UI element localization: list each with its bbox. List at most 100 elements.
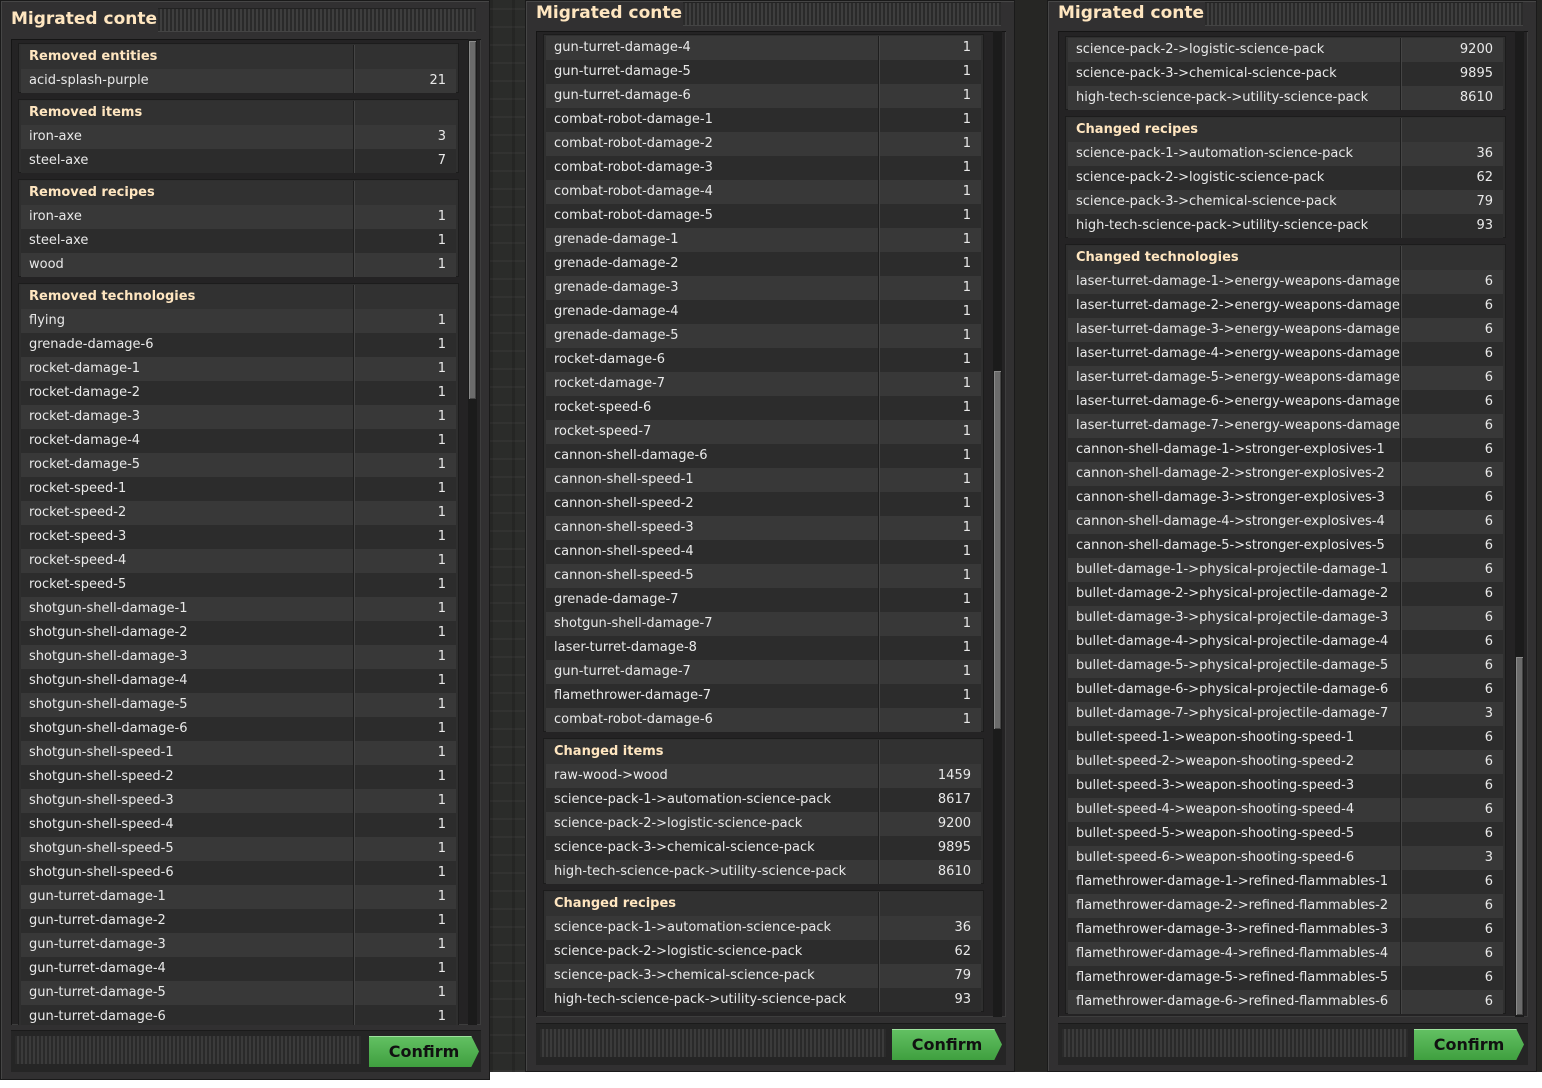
scrollbar-thumb[interactable] — [994, 371, 1001, 729]
table-row: cannon-shell-damage-1->stronger-explosiv… — [1068, 438, 1503, 462]
row-count: 1459 — [937, 768, 971, 783]
row-name: grenade-damage-4 — [546, 300, 879, 324]
row-name: gun-turret-damage-7 — [546, 660, 879, 684]
table-row: shotgun-shell-speed-3 1 — [21, 789, 456, 813]
row-name: bullet-damage-3->physical-projectile-dam… — [1068, 606, 1401, 630]
table-row: bullet-speed-5->weapon-shooting-speed-5 6 — [1068, 822, 1503, 846]
row-name: bullet-damage-1->physical-projectile-dam… — [1068, 558, 1401, 582]
table-row: bullet-damage-6->physical-projectile-dam… — [1068, 678, 1503, 702]
row-count: 1 — [437, 985, 446, 1000]
scrollbar[interactable] — [468, 39, 477, 1025]
row-count: 1 — [962, 136, 971, 151]
footer-drag-handle[interactable] — [540, 1029, 886, 1057]
row-name: flying — [21, 309, 354, 333]
table-row: grenade-damage-2 1 — [546, 252, 981, 276]
row-count: 1 — [437, 625, 446, 640]
footer-drag-handle[interactable] — [1062, 1029, 1408, 1057]
row-count: 1 — [962, 400, 971, 415]
table-row: shotgun-shell-speed-1 1 — [21, 741, 456, 765]
row-name: rocket-damage-4 — [21, 429, 354, 453]
confirm-button[interactable]: Confirm — [369, 1036, 479, 1067]
row-name: science-pack-1->automation-science-pack — [1068, 142, 1401, 166]
row-name: flamethrower-damage-6->refined-flammable… — [1068, 990, 1401, 1014]
table-row: laser-turret-damage-4->energy-weapons-da… — [1068, 342, 1503, 366]
row-count: 1 — [437, 937, 446, 952]
scroll-pane[interactable]: science-pack-2->logistic-science-pack 920… — [1058, 31, 1528, 1017]
row-count: 1 — [437, 721, 446, 736]
row-count: 6 — [1484, 466, 1493, 481]
row-count: 1 — [437, 673, 446, 688]
row-count: 1 — [962, 208, 971, 223]
row-name: science-pack-3->chemical-science-pack — [1068, 62, 1401, 86]
scrollbar-thumb[interactable] — [1516, 657, 1523, 1015]
table-row: gun-turret-damage-4 1 — [21, 957, 456, 981]
row-count: 1 — [437, 385, 446, 400]
table-row: steel-axe 1 — [21, 229, 456, 253]
row-count: 1 — [962, 664, 971, 679]
section-header: Changed items — [546, 740, 981, 764]
row-name: steel-axe — [21, 229, 354, 253]
table-row: cannon-shell-speed-1 1 — [546, 468, 981, 492]
row-count: 9895 — [1459, 66, 1493, 81]
title-drag-handle[interactable] — [683, 2, 1001, 26]
table-row: gun-turret-damage-6 1 — [21, 1005, 456, 1025]
row-name: laser-turret-damage-8 — [546, 636, 879, 660]
table-row: shotgun-shell-damage-6 1 — [21, 717, 456, 741]
scroll-pane[interactable]: gun-turret-damage-4 1 gun-turret-damage-5 1… — [536, 31, 1006, 1017]
row-name: shotgun-shell-damage-4 — [21, 669, 354, 693]
table-row: science-pack-3->chemical-science-pack 79 — [1068, 190, 1503, 214]
section: Changed recipes science-pack-1->automatio… — [543, 890, 984, 1012]
table-row: bullet-speed-1->weapon-shooting-speed-1 6 — [1068, 726, 1503, 750]
row-name: iron-axe — [21, 205, 354, 229]
dialog-footer: Confirm — [11, 1030, 481, 1072]
row-name: wood — [21, 253, 354, 277]
row-count: 1 — [437, 361, 446, 376]
title-drag-handle[interactable] — [1205, 2, 1523, 26]
section-count-cell — [1401, 118, 1503, 142]
table-row: cannon-shell-speed-5 1 — [546, 564, 981, 588]
row-name: cannon-shell-speed-4 — [546, 540, 879, 564]
row-name: science-pack-2->logistic-science-pack — [546, 940, 879, 964]
row-count: 1 — [962, 520, 971, 535]
table-row: rocket-speed-2 1 — [21, 501, 456, 525]
row-name: laser-turret-damage-5->energy-weapons-da… — [1068, 366, 1401, 390]
row-name: laser-turret-damage-7->energy-weapons-da… — [1068, 414, 1401, 438]
table-row: rocket-damage-2 1 — [21, 381, 456, 405]
row-count: 1 — [437, 889, 446, 904]
scrollbar[interactable] — [1515, 31, 1524, 1017]
row-name: cannon-shell-speed-1 — [546, 468, 879, 492]
row-name: bullet-speed-2->weapon-shooting-speed-2 — [1068, 750, 1401, 774]
table-row: rocket-speed-3 1 — [21, 525, 456, 549]
row-name: rocket-damage-6 — [546, 348, 879, 372]
title-drag-handle[interactable] — [158, 8, 476, 32]
row-name: rocket-damage-5 — [21, 453, 354, 477]
table-row: laser-turret-damage-8 1 — [546, 636, 981, 660]
section-title: Changed recipes — [546, 892, 879, 916]
scrollbar-thumb[interactable] — [469, 41, 476, 399]
row-name: shotgun-shell-damage-6 — [21, 717, 354, 741]
table-row: raw-wood->wood 1459 — [546, 764, 981, 788]
table-row: flamethrower-damage-2->refined-flammable… — [1068, 894, 1503, 918]
row-name: flamethrower-damage-3->refined-flammable… — [1068, 918, 1401, 942]
row-name: shotgun-shell-damage-7 — [546, 612, 879, 636]
row-name: grenade-damage-7 — [546, 588, 879, 612]
section-header: Removed items — [21, 101, 456, 125]
row-name: combat-robot-damage-5 — [546, 204, 879, 228]
scroll-pane[interactable]: Removed entities acid-splash-purple 21 Remo… — [11, 39, 481, 1025]
section-count-cell — [354, 45, 456, 69]
table-row: combat-robot-damage-4 1 — [546, 180, 981, 204]
table-row: laser-turret-damage-5->energy-weapons-da… — [1068, 366, 1503, 390]
table-row: gun-turret-damage-5 1 — [21, 981, 456, 1005]
row-count: 1 — [962, 160, 971, 175]
row-count: 8610 — [937, 864, 971, 879]
confirm-button[interactable]: Confirm — [1414, 1029, 1524, 1060]
footer-drag-handle[interactable] — [15, 1036, 361, 1064]
row-count: 1 — [962, 304, 971, 319]
confirm-button[interactable]: Confirm — [892, 1029, 1002, 1060]
section-header: Changed recipes — [1068, 118, 1503, 142]
scrollbar[interactable] — [993, 31, 1002, 1017]
section: Removed entities acid-splash-purple 21 — [18, 43, 459, 93]
row-name: gun-turret-damage-2 — [21, 909, 354, 933]
table-row: laser-turret-damage-6->energy-weapons-da… — [1068, 390, 1503, 414]
table-row: rocket-speed-5 1 — [21, 573, 456, 597]
